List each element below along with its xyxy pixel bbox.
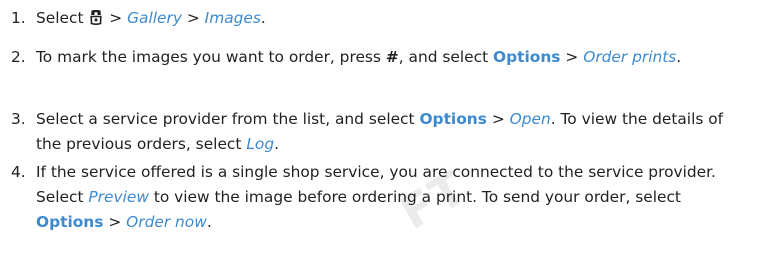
options-label: Options	[36, 213, 104, 231]
step-number: 4.	[11, 163, 26, 181]
step-number: 2.	[11, 48, 26, 66]
menu-path-preview: Preview	[88, 188, 149, 206]
menu-path-open: Open	[509, 110, 551, 128]
menu-path-gallery: Gallery	[127, 9, 182, 27]
options-label: Options	[493, 48, 561, 66]
key-hash: #	[385, 48, 399, 66]
step-number: 1.	[11, 9, 26, 27]
menu-path-log: Log	[246, 135, 275, 153]
step-text: If the service offered is a single shop …	[36, 163, 716, 231]
step-text: Select a service provider from the list,…	[36, 110, 724, 153]
step-number: 3.	[11, 110, 26, 128]
menu-key-icon	[90, 9, 103, 25]
step-text: Select > Gallery > Images.	[36, 9, 266, 27]
menu-path-images: Images	[204, 9, 261, 27]
step-text: To mark the images you want to order, pr…	[36, 48, 682, 66]
menu-path-order-prints: Order prints	[583, 48, 677, 66]
options-label: Options	[419, 110, 487, 128]
menu-path-order-now: Order now	[126, 213, 207, 231]
